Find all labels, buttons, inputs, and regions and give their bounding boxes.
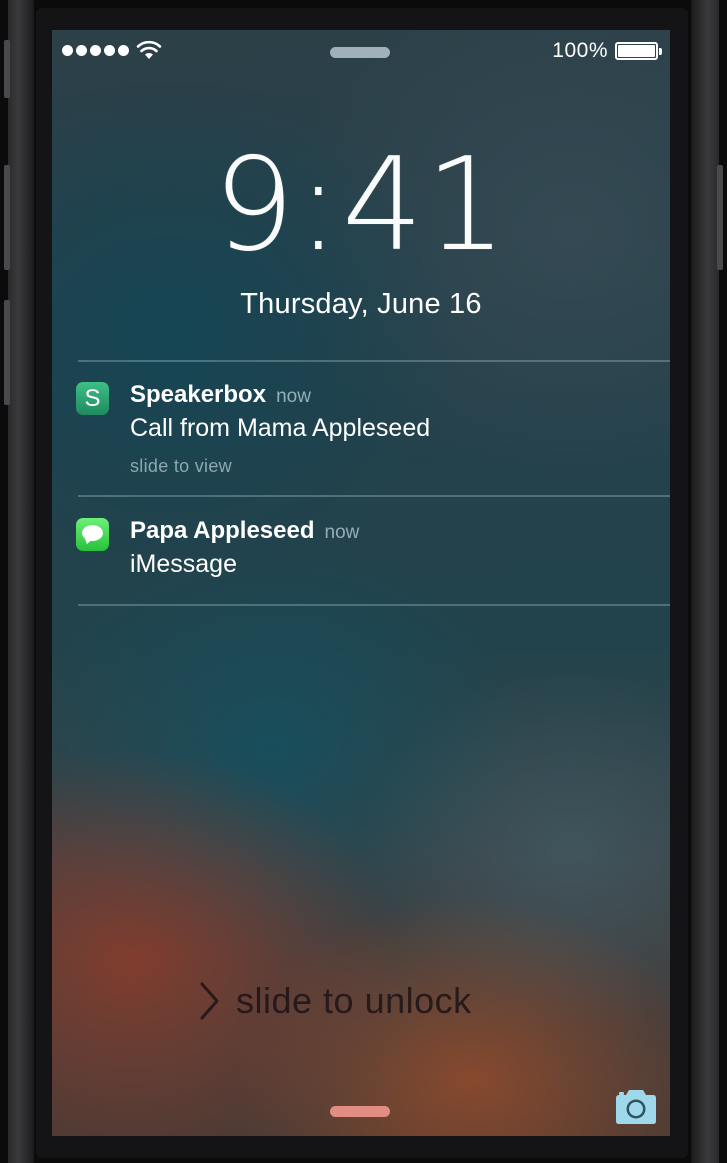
notification-body: Call from Mama Appleseed [130,414,431,442]
device-frame-left [8,0,34,1163]
device-frame-right [691,0,719,1163]
speakerbox-icon: S [76,382,109,415]
wifi-icon [136,40,162,59]
volume-down-button [4,300,10,405]
slide-to-unlock-label: slide to unlock [236,980,472,1021]
notification-divider [78,360,670,362]
notification-title: Speakerbox now [130,381,311,409]
notification-sender-name: Papa Appleseed [130,517,315,544]
power-button [717,165,723,270]
lock-screen-time: 9:41 [213,131,509,280]
lock-screen-date: Thursday, June 16 [240,288,482,320]
notification-messages[interactable]: Papa Appleseed now iMessage [76,517,670,596]
battery-icon [615,42,662,60]
notification-title: Papa Appleseed now [130,517,359,545]
notification-center-grabber[interactable] [330,47,390,58]
notification-body: iMessage [130,550,237,578]
notification-slide-to-view[interactable]: slide to view [130,456,232,477]
notification-time: now [324,522,360,543]
status-bar: 100% [52,30,670,72]
notification-speakerbox[interactable]: S Speakerbox now Call from Mama Appleseed… [76,381,670,494]
phone-device: 100% 9:41 Thursday, June 16 S Speakerbox… [0,0,727,1163]
slide-to-unlock[interactable]: slide to unlock [198,976,472,1026]
mute-switch [4,40,10,98]
notification-divider [78,495,670,497]
chevron-right-icon [200,982,219,1020]
notification-time: now [276,386,311,407]
lock-screen: 100% 9:41 Thursday, June 16 S Speakerbox… [52,30,670,1136]
notification-divider [78,604,670,606]
control-center-grabber[interactable] [330,1106,390,1117]
volume-up-button [4,165,10,270]
battery-percent: 100% [552,39,608,62]
camera-icon[interactable] [613,1088,659,1126]
notification-app-name: Speakerbox [130,381,267,408]
messages-icon [76,518,109,551]
cellular-signal-icon [62,45,129,57]
